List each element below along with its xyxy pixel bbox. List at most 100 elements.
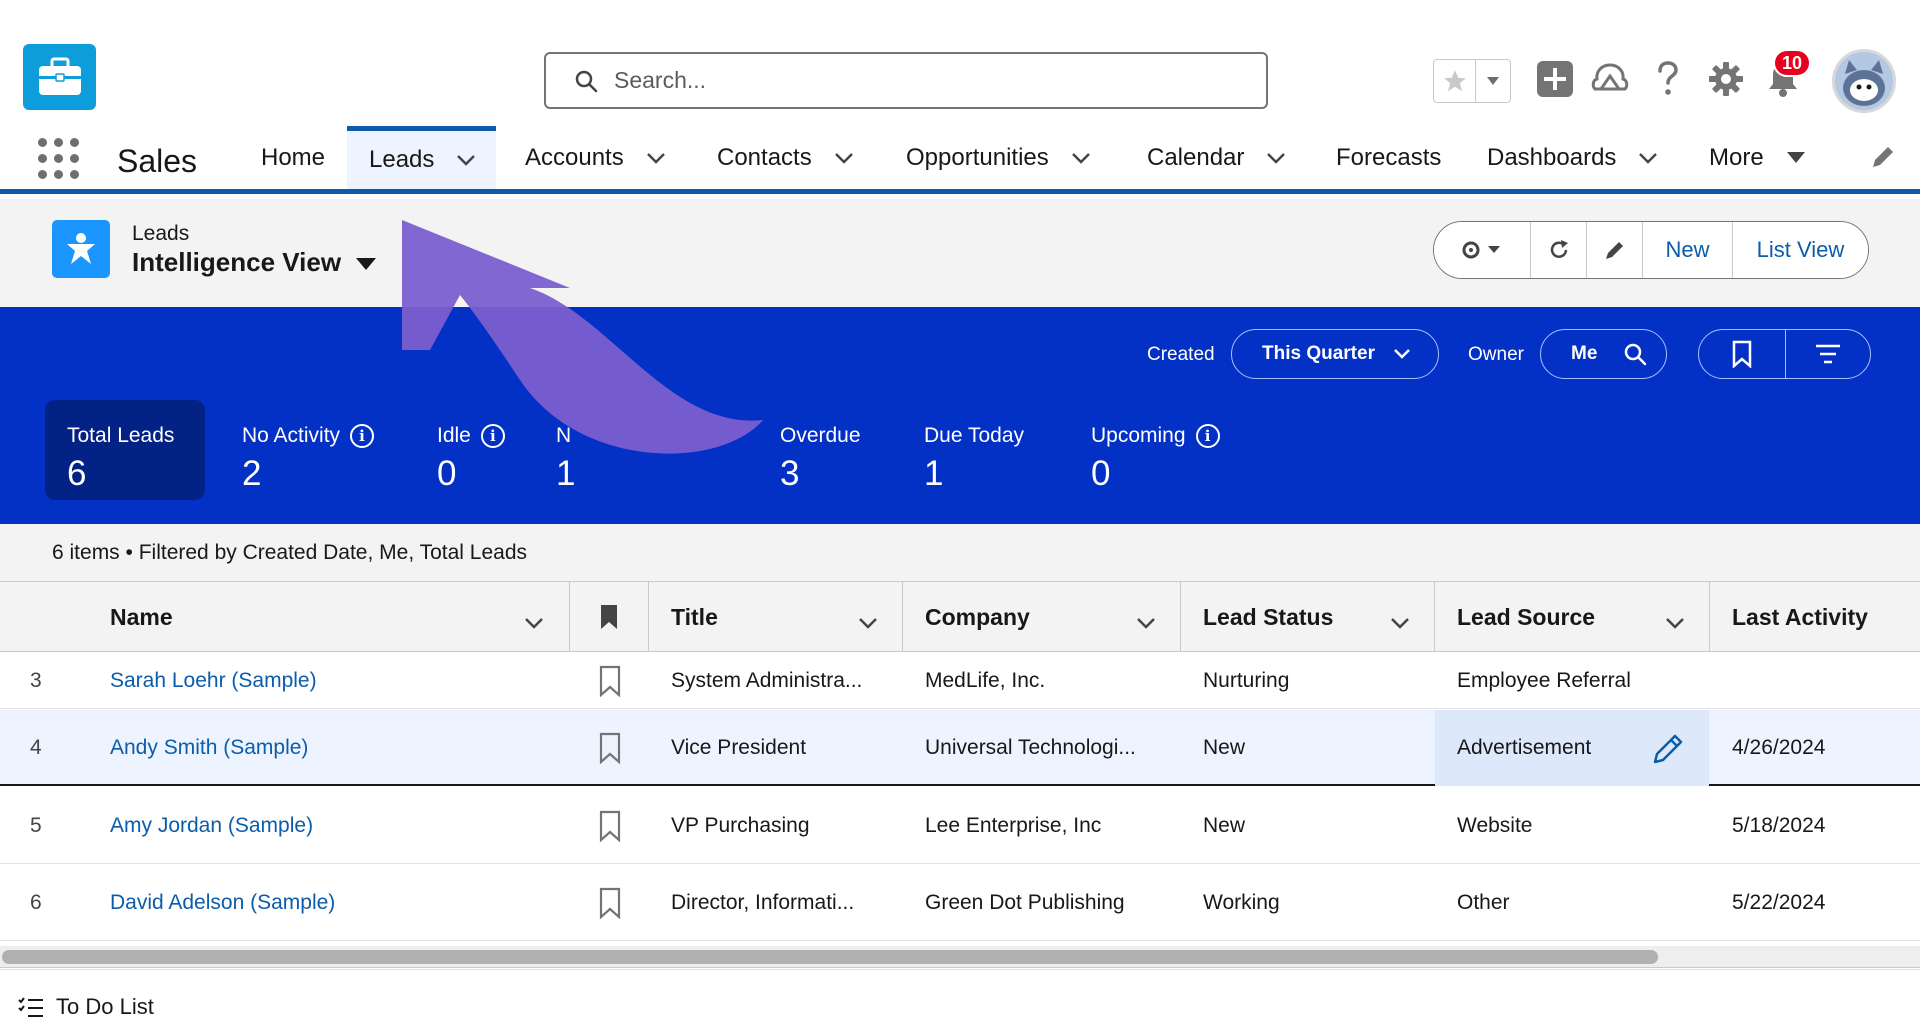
info-icon[interactable]: i bbox=[1195, 424, 1220, 448]
app-logo[interactable] bbox=[23, 44, 96, 110]
table-row[interactable]: 3 Sarah Loehr (Sample) System Administra… bbox=[0, 653, 1920, 709]
column-header-last-activity[interactable]: Last Activity bbox=[1732, 582, 1920, 652]
nav-item-accounts[interactable]: Accounts bbox=[525, 126, 666, 189]
favorites-star-button[interactable] bbox=[1434, 60, 1476, 102]
column-header-name[interactable]: Name bbox=[110, 582, 568, 652]
chevron-down-icon[interactable] bbox=[1390, 608, 1410, 635]
column-label: Lead Source bbox=[1457, 603, 1596, 630]
todo-list-button[interactable]: To Do List bbox=[18, 994, 154, 1020]
new-button[interactable]: New bbox=[1642, 222, 1732, 278]
edit-nav-button[interactable] bbox=[1870, 144, 1896, 175]
nav-item-label: Accounts bbox=[525, 143, 624, 171]
metric-label: Idle i bbox=[437, 424, 505, 448]
lead-name-link[interactable]: Amy Jordan (Sample) bbox=[110, 788, 313, 864]
app-name: Sales bbox=[117, 143, 198, 179]
list-view-settings-button[interactable] bbox=[1434, 222, 1530, 278]
filter-panel-button[interactable] bbox=[1786, 330, 1870, 378]
nav-item-calendar[interactable]: Calendar bbox=[1147, 126, 1286, 189]
app-launcher-button[interactable] bbox=[38, 138, 80, 180]
bookmark-icon bbox=[599, 665, 621, 697]
row-bookmark[interactable] bbox=[590, 865, 630, 941]
trailhead-icon bbox=[1591, 63, 1629, 91]
nav-item-dashboards[interactable]: Dashboards bbox=[1487, 126, 1658, 189]
global-actions-button[interactable] bbox=[1532, 56, 1578, 102]
chevron-down-icon[interactable] bbox=[858, 608, 878, 635]
lead-name-link[interactable]: Andy Smith (Sample) bbox=[110, 710, 308, 786]
row-bookmark[interactable] bbox=[590, 653, 630, 709]
chevron-down-icon[interactable] bbox=[834, 152, 854, 164]
column-header-company[interactable]: Company bbox=[925, 582, 1180, 652]
table-row[interactable]: 6 David Adelson (Sample) Director, Infor… bbox=[0, 865, 1920, 941]
global-search[interactable] bbox=[544, 52, 1268, 109]
metric-no-activity[interactable]: No Activity i 2 bbox=[242, 400, 392, 500]
chevron-down-icon[interactable] bbox=[646, 152, 666, 164]
list-view-actions: New List View bbox=[1433, 221, 1869, 279]
column-label: Last Activity bbox=[1732, 603, 1868, 630]
lead-status-cell: New bbox=[1203, 736, 1246, 759]
caret-down-icon[interactable] bbox=[1786, 151, 1806, 165]
nav-item-forecasts[interactable]: Forecasts bbox=[1336, 126, 1441, 189]
column-header-title[interactable]: Title bbox=[671, 582, 902, 652]
caret-down-icon bbox=[355, 247, 377, 278]
saved-filters-button[interactable] bbox=[1699, 330, 1786, 378]
inline-edit-button[interactable] bbox=[1586, 222, 1642, 278]
setup-button[interactable] bbox=[1703, 56, 1749, 102]
column-header-lead-status[interactable]: Lead Status bbox=[1203, 582, 1434, 652]
info-icon[interactable]: i bbox=[350, 424, 375, 448]
list-view-picker[interactable]: Intelligence View bbox=[132, 247, 377, 278]
search-input[interactable] bbox=[614, 67, 1214, 94]
metric-upcoming[interactable]: Upcoming i 0 bbox=[1091, 400, 1251, 500]
column-header-lead-source[interactable]: Lead Source bbox=[1457, 582, 1709, 652]
row-bookmark[interactable] bbox=[590, 710, 630, 786]
search-icon bbox=[575, 70, 598, 92]
created-filter-dropdown[interactable]: This Quarter bbox=[1231, 329, 1439, 379]
favorites-menu-button[interactable] bbox=[1476, 60, 1510, 102]
metric-label: Total Leads bbox=[67, 424, 175, 447]
help-button[interactable] bbox=[1645, 56, 1691, 102]
chevron-down-icon[interactable] bbox=[1665, 608, 1685, 635]
owner-filter-dropdown[interactable]: Me bbox=[1540, 329, 1667, 379]
horizontal-scrollbar[interactable] bbox=[0, 946, 1920, 968]
metric-total-leads[interactable]: Total Leads 6 bbox=[45, 400, 205, 500]
avatar[interactable] bbox=[1832, 49, 1896, 113]
scrollbar-thumb[interactable] bbox=[2, 950, 1658, 964]
table-row[interactable]: 4 Andy Smith (Sample) Vice President Uni… bbox=[0, 710, 1920, 786]
chevron-down-icon[interactable] bbox=[1071, 152, 1091, 164]
lead-source-value: Advertisement bbox=[1457, 736, 1592, 759]
metric-due-today[interactable]: Due Today 1 bbox=[924, 400, 1054, 500]
metric-partially-hidden[interactable]: N 1 bbox=[556, 400, 716, 500]
nav-item-label: Dashboards bbox=[1487, 143, 1617, 171]
lead-name-link[interactable]: Sarah Loehr (Sample) bbox=[110, 653, 317, 709]
list-view-button[interactable]: List View bbox=[1732, 222, 1868, 278]
nav-item-more[interactable]: More bbox=[1709, 126, 1806, 189]
metric-idle[interactable]: Idle i 0 bbox=[437, 400, 527, 500]
nav-item-label: Leads bbox=[369, 146, 435, 173]
pencil-edit-icon[interactable] bbox=[1651, 732, 1685, 766]
chevron-down-icon[interactable] bbox=[456, 154, 476, 166]
metric-overdue[interactable]: Overdue 3 bbox=[780, 400, 890, 500]
nav-item-contacts[interactable]: Contacts bbox=[717, 126, 854, 189]
trailhead-button[interactable] bbox=[1587, 56, 1633, 102]
nav-item-label: Home bbox=[261, 143, 326, 171]
chevron-down-icon[interactable] bbox=[524, 608, 544, 635]
nav-item-label: Forecasts bbox=[1336, 143, 1442, 171]
object-label: Leads bbox=[132, 222, 190, 245]
favorites-group bbox=[1433, 59, 1511, 103]
help-icon bbox=[1658, 61, 1678, 95]
lead-name-link[interactable]: David Adelson (Sample) bbox=[110, 865, 335, 941]
nav-item-leads[interactable]: Leads bbox=[347, 126, 497, 189]
column-header-bookmark[interactable] bbox=[570, 582, 648, 652]
chevron-down-icon[interactable] bbox=[1136, 608, 1156, 635]
gear-dropdown-icon bbox=[1462, 241, 1500, 259]
chevron-down-icon[interactable] bbox=[1266, 152, 1286, 164]
nav-item-opportunities[interactable]: Opportunities bbox=[906, 126, 1091, 189]
title-cell: Vice President bbox=[671, 736, 807, 759]
refresh-button[interactable] bbox=[1530, 222, 1586, 278]
row-bookmark[interactable] bbox=[590, 788, 630, 864]
lead-source-cell[interactable]: Advertisement bbox=[1435, 710, 1709, 786]
nav-item-home[interactable]: Home bbox=[261, 126, 325, 189]
column-label: Lead Status bbox=[1203, 603, 1334, 630]
table-row[interactable]: 5 Amy Jordan (Sample) VP Purchasing Lee … bbox=[0, 788, 1920, 864]
chevron-down-icon[interactable] bbox=[1638, 152, 1658, 164]
info-icon[interactable]: i bbox=[480, 424, 505, 448]
